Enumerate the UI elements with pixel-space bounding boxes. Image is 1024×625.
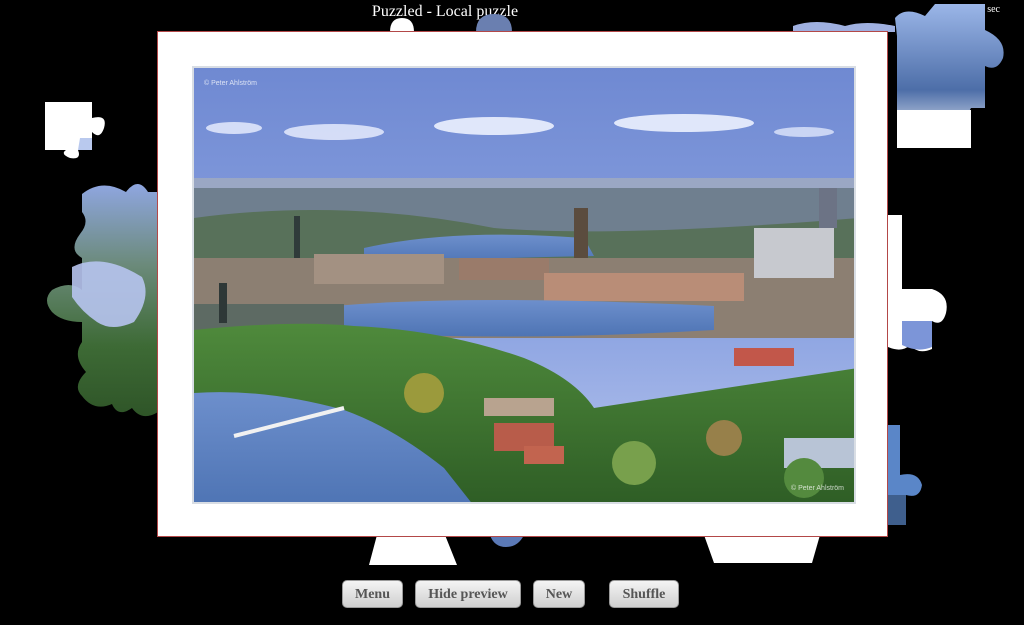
- puzzle-piece[interactable]: [888, 425, 928, 535]
- shuffle-button[interactable]: Shuffle: [609, 580, 679, 608]
- puzzle-piece[interactable]: [490, 535, 526, 549]
- hide-preview-button[interactable]: Hide preview: [415, 580, 521, 608]
- window-title: Puzzled - Local puzzle: [371, 3, 519, 20]
- puzzle-piece[interactable]: [888, 215, 950, 355]
- menu-button[interactable]: Menu: [342, 580, 403, 608]
- puzzle-piece[interactable]: [42, 172, 160, 424]
- photo-credit-top: © Peter Ahlström: [204, 80, 258, 87]
- puzzle-piece[interactable]: [700, 535, 825, 565]
- puzzle-piece[interactable]: [365, 535, 460, 567]
- preview-image: © Peter Ahlström © Peter Ahlström: [192, 66, 856, 504]
- new-button[interactable]: New: [533, 580, 585, 608]
- puzzle-piece[interactable]: [474, 12, 514, 32]
- photo-credit-bottom: © Peter Ahlström: [790, 485, 844, 492]
- toolbar: Menu Hide preview New Shuffle: [0, 580, 1024, 610]
- puzzle-preview: © Peter Ahlström © Peter Ahlström: [157, 31, 888, 537]
- puzzle-piece[interactable]: [40, 98, 110, 160]
